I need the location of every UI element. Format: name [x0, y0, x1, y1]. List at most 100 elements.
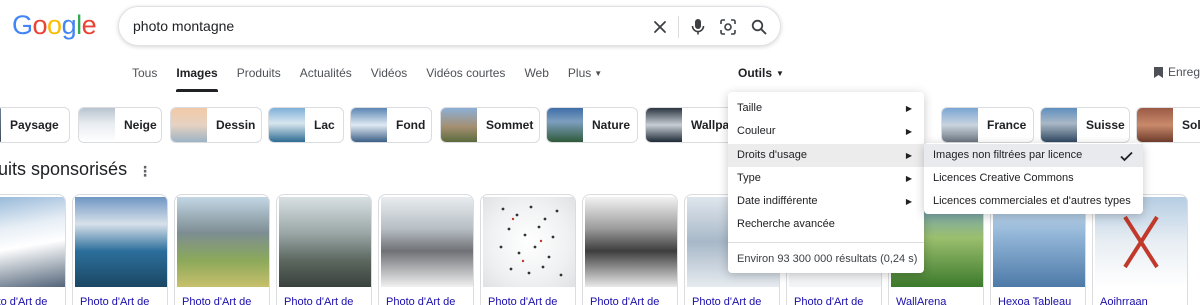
- search-divider: [678, 16, 679, 38]
- chip-suisse[interactable]: Suisse: [1040, 107, 1130, 143]
- tab-products[interactable]: Produits: [237, 66, 281, 92]
- rights-option-not-filtered[interactable]: Images non filtrées par licence: [924, 144, 1143, 167]
- product-card[interactable]: [378, 194, 474, 305]
- chip-nature[interactable]: Nature: [546, 107, 638, 143]
- chip-thumbnail: [79, 108, 115, 142]
- tab-all[interactable]: Tous: [132, 66, 157, 92]
- tab-images[interactable]: Images: [176, 66, 219, 92]
- product-title[interactable]: Photo d'Art de: [386, 296, 455, 305]
- menu-item-label: Licences commerciales et d'autres types: [933, 195, 1131, 207]
- chip-france[interactable]: France: [941, 107, 1034, 143]
- menu-divider: [728, 242, 924, 243]
- tab-label: Tous: [132, 66, 158, 80]
- tools-label: Outils: [738, 66, 773, 80]
- chip-sol[interactable]: Sol: [1136, 107, 1200, 143]
- search-icon[interactable]: [748, 16, 770, 38]
- menu-item-type[interactable]: Type ▶: [728, 167, 924, 190]
- product-card[interactable]: [0, 194, 66, 305]
- clear-icon[interactable]: [649, 16, 671, 38]
- tab-videos[interactable]: Vidéos: [371, 66, 407, 92]
- saved-label: Enregi: [1168, 65, 1200, 79]
- chip-label: Sommet: [486, 118, 534, 132]
- menu-item-size[interactable]: Taille ▶: [728, 97, 924, 120]
- product-title[interactable]: Photo d'Art de: [590, 296, 659, 305]
- product-title[interactable]: Photo d'Art de: [182, 296, 251, 305]
- chip-thumbnail: [942, 108, 978, 142]
- product-image: [381, 197, 473, 287]
- product-title[interactable]: Hexoa Tableau: [998, 296, 1071, 305]
- tab-short-videos[interactable]: Vidéos courtes: [426, 66, 505, 92]
- tools-button[interactable]: Outils ▼: [738, 66, 784, 80]
- more-options-icon[interactable]: ⋮: [138, 163, 152, 180]
- tab-more[interactable]: Plus ▼: [568, 66, 602, 92]
- tab-web[interactable]: Web: [524, 66, 548, 92]
- menu-item-label: Recherche avancée: [737, 218, 835, 230]
- tab-label: Vidéos courtes: [426, 66, 506, 80]
- chip-sommet[interactable]: Sommet: [440, 107, 540, 143]
- checkmark-icon: [1120, 144, 1133, 167]
- product-title[interactable]: Photo d'Art de: [692, 296, 761, 305]
- chip-lac[interactable]: Lac: [268, 107, 344, 143]
- tab-label: Web: [524, 66, 549, 80]
- product-image: [0, 197, 65, 287]
- sponsored-products-heading: duits sponsorisés: [0, 159, 128, 179]
- menu-item-label: Couleur: [737, 125, 776, 137]
- product-title[interactable]: Photo d'Art de: [794, 296, 863, 305]
- product-image: [279, 197, 371, 287]
- search-tabs: Tous Images Produits Actualités Vidéos V…: [132, 66, 621, 92]
- chip-thumbnail: [1041, 108, 1077, 142]
- chip-label: Nature: [592, 118, 631, 132]
- chip-thumbnail: [441, 108, 477, 142]
- product-title[interactable]: Aoihrraan: [1100, 296, 1148, 305]
- chip-thumbnail: [547, 108, 583, 142]
- caret-down-icon: ▼: [776, 69, 784, 78]
- product-title[interactable]: WallArena: [896, 296, 946, 305]
- chip-fond[interactable]: Fond: [350, 107, 432, 143]
- product-title[interactable]: Photo d'Art de: [284, 296, 353, 305]
- product-card[interactable]: [582, 194, 678, 305]
- tab-label: Plus: [567, 66, 592, 80]
- caret-down-icon: ▼: [594, 69, 603, 78]
- chip-label: Sol: [1182, 118, 1200, 132]
- product-card[interactable]: [480, 194, 576, 305]
- logo-letter: g: [61, 10, 77, 40]
- rights-option-creative-commons[interactable]: Licences Creative Commons: [924, 167, 1143, 190]
- product-title[interactable]: Photo d'Art de: [80, 296, 149, 305]
- logo-letter: o: [47, 10, 62, 40]
- result-stats: Environ 93 300 000 résultats (0,24 s): [737, 253, 918, 265]
- chip-neige[interactable]: Neige: [78, 107, 162, 143]
- logo-letter: G: [12, 10, 33, 40]
- chip-label: Suisse: [1086, 118, 1125, 132]
- microphone-icon[interactable]: [687, 16, 709, 38]
- menu-item-date[interactable]: Date indifférente ▶: [728, 190, 924, 213]
- chip-label: Paysage: [10, 118, 59, 132]
- google-logo[interactable]: Google: [12, 10, 97, 41]
- menu-item-usage-rights[interactable]: Droits d'usage ▶: [728, 144, 924, 167]
- menu-item-label: Date indifférente: [737, 195, 818, 207]
- search-box: [118, 6, 781, 46]
- product-title[interactable]: Photo d'Art de: [488, 296, 557, 305]
- product-image: [75, 197, 167, 287]
- menu-item-color[interactable]: Couleur ▶: [728, 120, 924, 143]
- chip-wallpaper[interactable]: Wallpap: [645, 107, 735, 143]
- product-title[interactable]: Photo d'Art de: [0, 296, 47, 305]
- chip-thumbnail: [269, 108, 305, 142]
- tab-label: Images: [176, 66, 218, 80]
- lens-icon[interactable]: [717, 16, 739, 38]
- chip-paysage[interactable]: Paysage: [0, 107, 70, 143]
- product-image: [585, 197, 677, 287]
- tab-news[interactable]: Actualités: [300, 66, 352, 92]
- chip-label: Lac: [314, 118, 335, 132]
- chip-dessin[interactable]: Dessin: [170, 107, 262, 143]
- menu-item-advanced-search[interactable]: Recherche avancée: [728, 213, 924, 236]
- saved-link[interactable]: Enregi: [1153, 65, 1200, 79]
- product-card[interactable]: [174, 194, 270, 305]
- menu-item-label: Taille: [737, 102, 763, 114]
- chevron-right-icon: ▶: [905, 151, 912, 160]
- product-card[interactable]: [276, 194, 372, 305]
- product-card[interactable]: [72, 194, 168, 305]
- rights-option-commercial[interactable]: Licences commerciales et d'autres types: [924, 190, 1143, 213]
- chevron-right-icon: ▶: [905, 197, 912, 206]
- chip-label: France: [987, 118, 1027, 132]
- search-input[interactable]: [133, 7, 633, 45]
